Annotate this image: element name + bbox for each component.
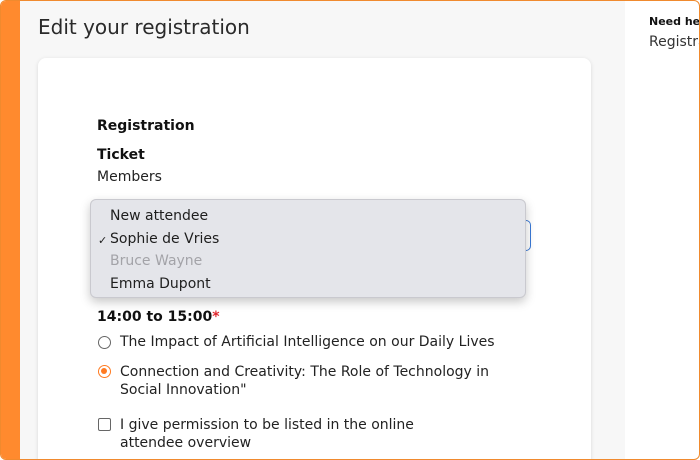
accent-sidebar: [1, 1, 20, 459]
dropdown-option-emma-dupont[interactable]: Emma Dupont: [110, 276, 211, 292]
ticket-value: Members: [97, 169, 162, 185]
help-heading: Need help?: [649, 15, 700, 28]
section-title: Registration: [97, 118, 195, 134]
help-panel: Need help? Registration: [649, 15, 700, 50]
app-frame: Edit your registration Need help? Regist…: [0, 0, 700, 460]
session-label-connection-creativity[interactable]: Connection and Creativity: The Role of T…: [120, 363, 525, 399]
check-icon: ✓: [98, 234, 108, 247]
permission-checkbox[interactable]: [98, 418, 111, 431]
session-label-ai-impact[interactable]: The Impact of Artificial Intelligence on…: [120, 333, 520, 351]
help-text: Registration: [649, 34, 699, 50]
session-radio-ai-impact[interactable]: [98, 336, 111, 349]
time-slot-text: 14:00 to 15:00: [97, 309, 213, 325]
attendee-dropdown[interactable]: New attendee ✓ Sophie de Vries Bruce Way…: [90, 199, 526, 298]
page-title: Edit your registration: [38, 15, 250, 39]
permission-label[interactable]: I give permission to be listed in the on…: [120, 416, 480, 452]
dropdown-option-new-attendee[interactable]: New attendee: [110, 208, 208, 224]
session-radio-connection-creativity[interactable]: [98, 365, 111, 378]
time-slot-label: 14:00 to 15:00*: [97, 309, 220, 325]
required-marker: *: [212, 309, 220, 325]
ticket-label: Ticket: [97, 147, 145, 163]
dropdown-option-sophie-de-vries[interactable]: Sophie de Vries: [110, 231, 219, 247]
dropdown-option-bruce-wayne: Bruce Wayne: [110, 253, 203, 269]
